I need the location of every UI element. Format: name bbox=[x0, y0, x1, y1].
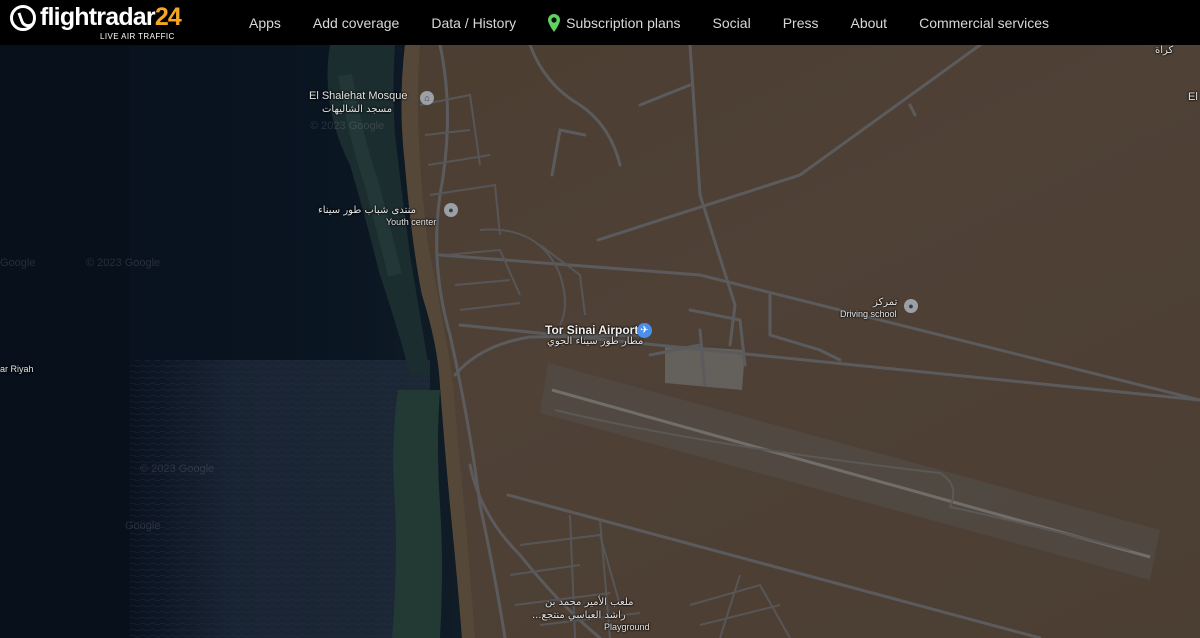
riyah-label: ar Riyah bbox=[0, 364, 34, 374]
main-navigation: Apps Add coverage Data / History Subscri… bbox=[233, 0, 1065, 45]
location-pin-icon bbox=[548, 13, 561, 32]
google-watermark: Google bbox=[0, 257, 36, 269]
airport-label-arabic: مطار طور سيناء الجوي bbox=[547, 336, 644, 347]
airport-label[interactable]: Tor Sinai Airport bbox=[545, 323, 638, 337]
nav-about[interactable]: About bbox=[834, 15, 903, 31]
playground-label: Playground bbox=[604, 622, 650, 632]
radar-logo-icon bbox=[10, 5, 36, 31]
logo-number: 24 bbox=[154, 3, 182, 31]
edge-label: El bbox=[1188, 91, 1198, 103]
nav-subscription-plans-label: Subscription plans bbox=[566, 14, 681, 31]
logo-tagline: LIVE AIR TRAFFIC bbox=[100, 32, 175, 41]
nav-apps[interactable]: Apps bbox=[233, 15, 297, 31]
nav-commercial-services[interactable]: Commercial services bbox=[903, 15, 1065, 31]
top-navigation-bar: flightradar24 LIVE AIR TRAFFIC Apps Add … bbox=[0, 0, 1200, 45]
playground-label-arabic-2: راشد العباسي منتجع... bbox=[532, 610, 626, 621]
mosque-icon[interactable]: ⌂ bbox=[420, 91, 434, 105]
driving-school-label-arabic[interactable]: تمركز bbox=[873, 297, 897, 308]
mosque-label-arabic: مسجد الشاليهات bbox=[322, 104, 393, 115]
driving-school-label: Driving school bbox=[840, 309, 897, 319]
playground-label-arabic[interactable]: ملعب الأمير محمد بن bbox=[545, 597, 633, 608]
flightradar24-logo[interactable]: flightradar24 LIVE AIR TRAFFIC bbox=[10, 2, 182, 42]
google-watermark: © 2023 Google bbox=[310, 120, 385, 132]
youth-center-label-arabic[interactable]: منتدى شباب طور سيناء bbox=[318, 205, 416, 216]
nav-social[interactable]: Social bbox=[697, 15, 767, 31]
nav-add-coverage[interactable]: Add coverage bbox=[297, 15, 415, 31]
google-watermark: Google bbox=[125, 520, 161, 532]
edge-label-arabic: كراة bbox=[1155, 45, 1174, 56]
nav-data-history[interactable]: Data / History bbox=[415, 15, 532, 31]
satellite-map[interactable]: © 2023 Google Google © 2023 Google © 202… bbox=[0, 45, 1200, 638]
map-pin-icon[interactable]: ● bbox=[444, 203, 458, 217]
google-watermark: © 2023 Google bbox=[86, 257, 161, 269]
logo-wordmark: flightradar24 bbox=[40, 2, 182, 32]
flightradar-app: flightradar24 LIVE AIR TRAFFIC Apps Add … bbox=[0, 0, 1200, 638]
map-pin-icon[interactable]: ● bbox=[904, 299, 918, 313]
nav-subscription-plans[interactable]: Subscription plans bbox=[532, 13, 696, 32]
google-watermark: © 2023 Google bbox=[140, 463, 215, 475]
nav-press[interactable]: Press bbox=[767, 15, 835, 31]
logo-text: flightradar bbox=[40, 3, 156, 31]
mosque-label[interactable]: El Shalehat Mosque bbox=[309, 90, 407, 102]
youth-center-label: Youth center bbox=[386, 217, 437, 227]
